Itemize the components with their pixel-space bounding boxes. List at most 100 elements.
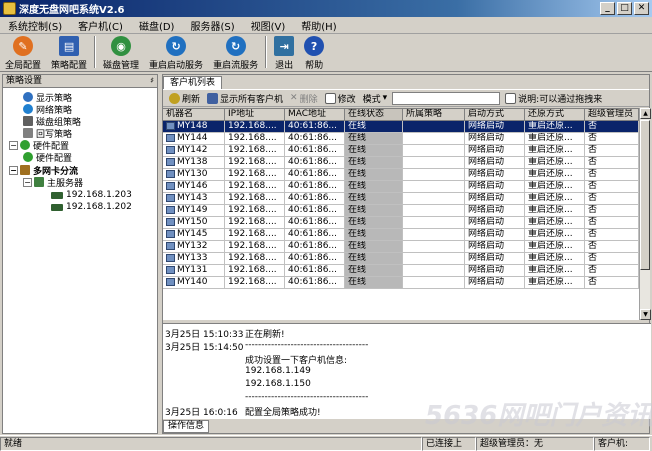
multi-nic-icon: [20, 165, 30, 175]
maximize-button[interactable]: □: [617, 2, 632, 15]
restart-boot-service-button[interactable]: ↻ 重启启动服务: [144, 36, 208, 71]
col-mac-cell: 40:61:86...: [285, 241, 345, 253]
table-row[interactable]: MY150 192.168.... 40:61:86... 在线 网络启动 重启还原...…: [163, 217, 639, 229]
col-policy-cell: [403, 217, 465, 229]
col-restore-mode-cell: 重启还原...: [525, 205, 585, 217]
menu-server[interactable]: 服务器(S): [182, 18, 242, 33]
computer-icon: [166, 265, 175, 274]
modify-button[interactable]: 修改: [323, 92, 358, 105]
collapse-icon[interactable]: −: [23, 177, 32, 187]
table-row[interactable]: MY132 192.168.... 40:61:86... 在线 网络启动 重启还原...…: [163, 241, 639, 253]
col-boot-mode-header[interactable]: 启动方式: [465, 109, 525, 121]
tree-item-multi-nic[interactable]: − 多网卡分流: [9, 164, 78, 177]
menu-disk[interactable]: 磁盘(D): [131, 18, 183, 33]
collapse-icon[interactable]: −: [9, 165, 18, 175]
table-row[interactable]: MY144 192.168.... 40:61:86... 在线 网络启动 重启还原...…: [163, 133, 639, 145]
col-online-status-cell: 在线: [345, 121, 403, 133]
scroll-down-icon[interactable]: ▼: [640, 309, 651, 320]
col-policy-cell: [403, 265, 465, 277]
writeback-icon: [23, 128, 33, 138]
col-ip-cell: 192.168....: [225, 193, 285, 205]
col-super-admin-cell: 否: [585, 193, 639, 205]
machine-name-text: MY130: [177, 169, 208, 179]
table-row[interactable]: MY146 192.168.... 40:61:86... 在线 网络启动 重启还原...…: [163, 181, 639, 193]
col-online-status-cell: 在线: [345, 217, 403, 229]
restart-stream-icon: ↻: [225, 36, 246, 56]
col-policy-cell: [403, 253, 465, 265]
close-button[interactable]: ✕: [634, 2, 649, 15]
tree-item-server-202[interactable]: 192.168.1.202: [51, 201, 132, 213]
col-ip-header[interactable]: IP地址: [225, 109, 285, 121]
global-config-button[interactable]: ✎ 全局配置: [0, 36, 46, 71]
table-row[interactable]: MY145 192.168.... 40:61:86... 在线 网络启动 重启还原...…: [163, 229, 639, 241]
menu-help[interactable]: 帮助(H): [293, 18, 344, 33]
col-ip-cell: 192.168....: [225, 157, 285, 169]
tree-item-hardware[interactable]: − 硬件配置: [9, 139, 69, 152]
client-grid: 机器名 IP地址 MAC地址 在线状态 所属策略 启动方式 还原方式 超级管理员 MY148 1…: [163, 108, 639, 320]
col-online-status-header[interactable]: 在线状态: [345, 109, 403, 121]
table-row[interactable]: MY140 192.168.... 40:61:86... 在线 网络启动 重启还原...…: [163, 277, 639, 289]
exit-button[interactable]: ⇥ 退出: [269, 36, 299, 71]
table-row[interactable]: MY143 192.168.... 40:61:86... 在线 网络启动 重启还原...…: [163, 193, 639, 205]
col-mac-cell: 40:61:86...: [285, 205, 345, 217]
exit-icon: ⇥: [274, 36, 295, 56]
delete-button[interactable]: ✕ 删除: [288, 92, 320, 105]
col-machine-name-cell: MY140: [163, 277, 225, 289]
tree-item-writeback-policy[interactable]: 回写策略: [23, 127, 72, 140]
tree-item-hardware-config[interactable]: 硬件配置: [23, 151, 72, 164]
restart-stream-service-button[interactable]: ↻ 重启流服务: [208, 36, 263, 71]
disk-manage-button[interactable]: ◉ 磁盘管理: [98, 36, 144, 71]
table-row[interactable]: MY131 192.168.... 40:61:86... 在线 网络启动 重启还原...…: [163, 265, 639, 277]
log-timestamp: 3月25日 15:10:33: [165, 330, 244, 340]
log-message: 192.168.1.149: [245, 366, 311, 376]
show-all-clients-button[interactable]: 显示所有客户机: [205, 92, 285, 105]
collapse-icon[interactable]: −: [9, 140, 18, 150]
restart-icon: ↻: [166, 36, 187, 56]
table-row[interactable]: MY142 192.168.... 40:61:86... 在线 网络启动 重启还原...…: [163, 145, 639, 157]
tree-item-server-203[interactable]: 192.168.1.203: [51, 189, 132, 201]
col-machine-name-cell: MY142: [163, 145, 225, 157]
tree-item-disk-group-policy[interactable]: 磁盘组策略: [23, 115, 81, 128]
col-super-admin-cell: 否: [585, 205, 639, 217]
col-policy-header[interactable]: 所属策略: [403, 109, 465, 121]
table-row[interactable]: MY148 192.168.... 40:61:86... 在线 网络启动 重启还原...…: [163, 121, 639, 133]
col-boot-mode-cell: 网络启动: [465, 169, 525, 181]
pin-icon[interactable]: ♯: [150, 75, 154, 87]
help-button[interactable]: ? 帮助: [299, 36, 329, 71]
tree-item-network-policy[interactable]: 网络策略: [23, 103, 72, 116]
tree-item-main-server[interactable]: − 主服务器: [23, 176, 83, 189]
delete-icon: ✕: [290, 93, 298, 103]
menu-system[interactable]: 系统控制(S): [0, 18, 70, 33]
filter-combo[interactable]: [392, 91, 501, 105]
col-mac-header[interactable]: MAC地址: [285, 109, 345, 121]
col-super-admin-header[interactable]: 超级管理员: [585, 109, 639, 121]
col-restore-mode-header[interactable]: 还原方式: [525, 109, 585, 121]
menu-view[interactable]: 视图(V): [243, 18, 294, 33]
policy-config-button[interactable]: ▤ 策略配置: [46, 36, 92, 71]
table-row[interactable]: MY130 192.168.... 40:61:86... 在线 网络启动 重启还原...…: [163, 169, 639, 181]
table-row[interactable]: MY133 192.168.... 40:61:86... 在线 网络启动 重启还原...…: [163, 253, 639, 265]
minimize-button[interactable]: _: [600, 2, 615, 15]
col-super-admin-cell: 否: [585, 133, 639, 145]
col-mac-cell: 40:61:86...: [285, 145, 345, 157]
tab-client-list[interactable]: 客户机列表: [163, 76, 223, 89]
col-machine-name-header[interactable]: 机器名: [163, 109, 225, 121]
table-row[interactable]: MY138 192.168.... 40:61:86... 在线 网络启动 重启还原...…: [163, 157, 639, 169]
menu-client[interactable]: 客户机(C): [70, 18, 131, 33]
col-ip-cell: 192.168....: [225, 241, 285, 253]
server-ip-icon: [51, 191, 63, 199]
log-message: 配置全局策略成功!: [245, 408, 321, 418]
machine-name-text: MY146: [177, 181, 208, 191]
grid-scrollbar[interactable]: ▲ ▼: [639, 108, 651, 320]
col-super-admin-cell: 否: [585, 121, 639, 133]
scroll-thumb[interactable]: [640, 120, 650, 270]
table-row[interactable]: MY149 192.168.... 40:61:86... 在线 网络启动 重启还原...…: [163, 205, 639, 217]
mode-dropdown[interactable]: 模式 ▾: [361, 92, 390, 105]
tree-item-display-policy[interactable]: 显示策略: [23, 91, 72, 104]
scroll-up-icon[interactable]: ▲: [640, 108, 651, 119]
col-ip-cell: 192.168....: [225, 181, 285, 193]
refresh-button[interactable]: 刷新: [167, 92, 202, 105]
col-ip-cell: 192.168....: [225, 145, 285, 157]
delete-label: 删除: [299, 94, 318, 105]
tab-operation-info[interactable]: 操作信息: [163, 420, 210, 433]
